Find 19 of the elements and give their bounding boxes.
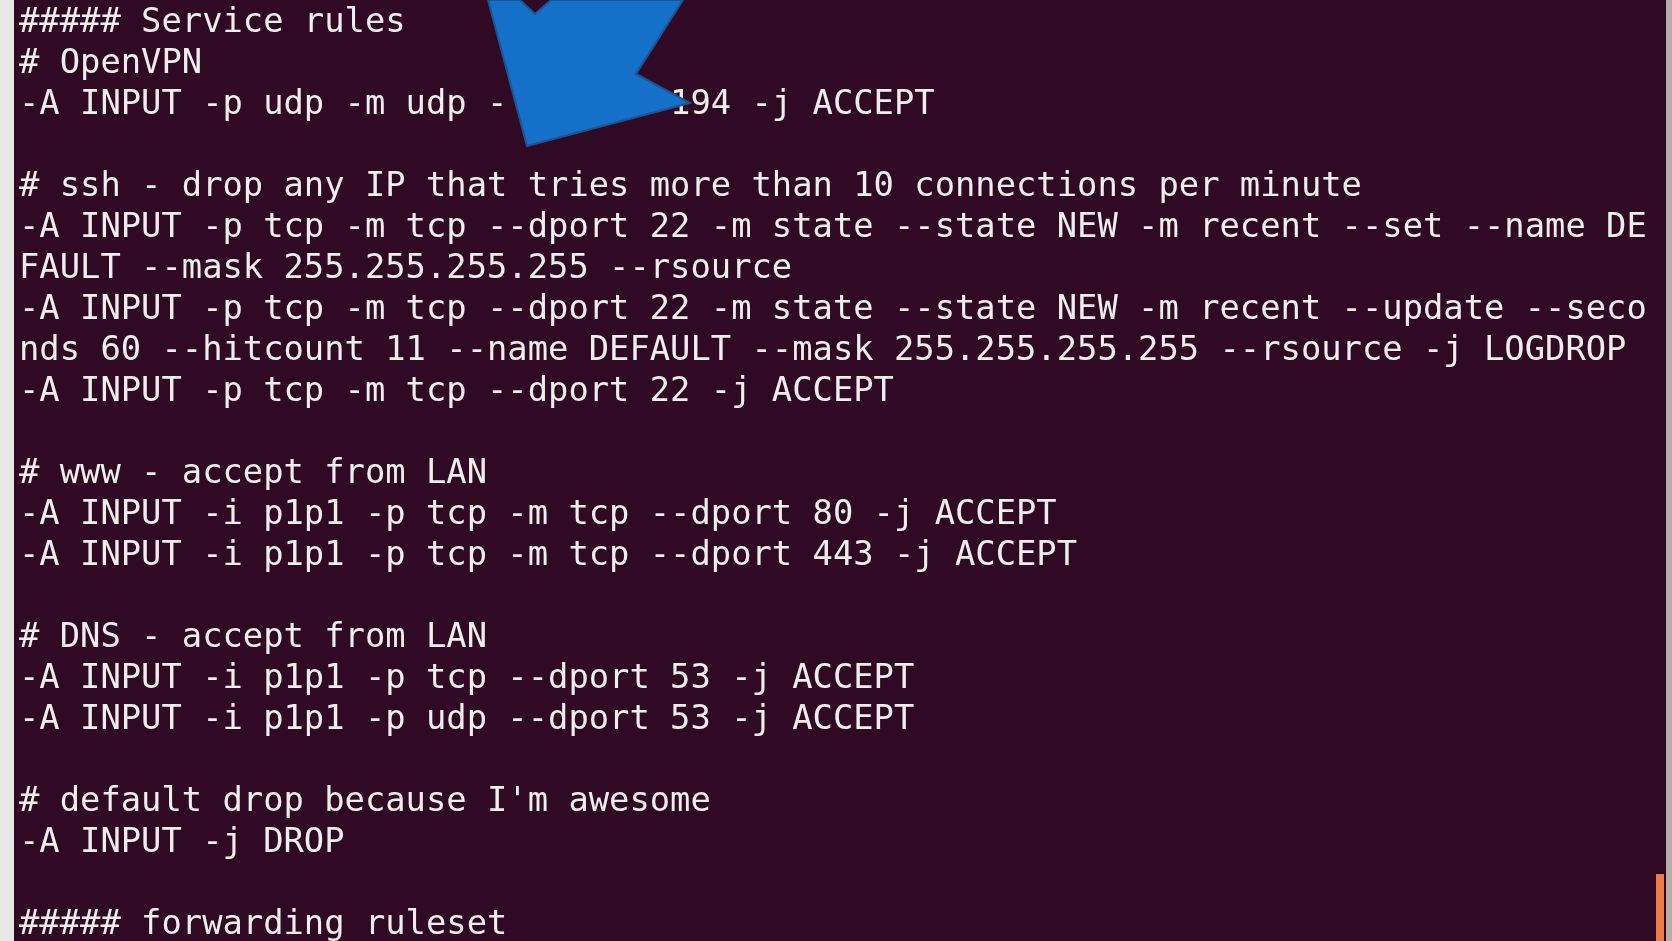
comment-line: # ssh - drop any IP that tries more than 10 connections per minute: [19, 164, 1363, 205]
code-line: -A INPUT -i p1p1 -p tcp -m tcp --dport 80 -j ACCEPT: [19, 492, 1058, 533]
code-line: -A INPUT -i p1p1 -p tcp -m tcp --dport 443 -j ACCEPT: [19, 533, 1079, 574]
code-line: -A INPUT -p tcp -m tcp --dport 22 -j ACCEPT: [19, 369, 895, 410]
comment-line: # default drop because I'm awesome: [19, 779, 712, 820]
code-line: -A INPUT -p udp -m udp -: [19, 82, 508, 123]
code-line: nds 60 --hitcount 11 --name DEFAULT --mask 255.255.255.255 --rsource -j LOGDROP: [19, 328, 1628, 369]
comment-line: ##### Service rules: [19, 0, 407, 41]
code-line: -A INPUT -j DROP: [19, 820, 346, 861]
code-line: -A INPUT -p tcp -m tcp --dport 22 -m state --state NEW -m recent --set --name DE: [19, 205, 1647, 246]
code-line: -A INPUT -i p1p1 -p udp --dport 53 -j ACCEPT: [19, 697, 916, 738]
code-line: -A INPUT -i p1p1 -p tcp --dport 53 -j ACCEPT: [19, 656, 916, 697]
comment-line: ##### forwarding ruleset: [19, 902, 509, 941]
scrollbar-thumb[interactable]: [1656, 874, 1664, 941]
comment-line: # OpenVPN: [19, 41, 204, 82]
comment-line: # www - accept from LAN: [19, 451, 488, 492]
code-line: FAULT --mask 255.255.255.255 --rsource: [19, 246, 794, 287]
comment-line: # DNS - accept from LAN: [19, 615, 488, 656]
code-line: -A INPUT -p tcp -m tcp --dport 22 -m state --state NEW -m recent --update --seco: [19, 287, 1647, 328]
